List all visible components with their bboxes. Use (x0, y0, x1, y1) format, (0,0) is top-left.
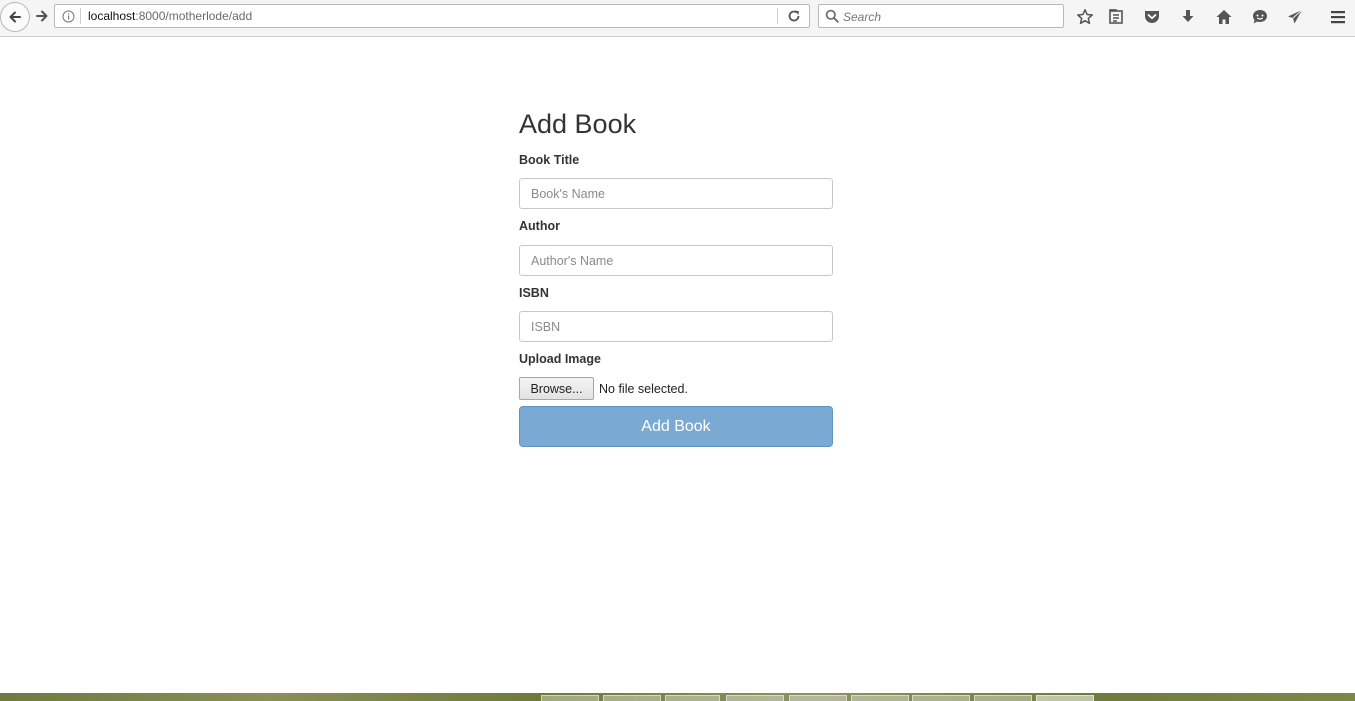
search-input[interactable] (843, 8, 1053, 25)
url-bar[interactable]: localhost:8000/motherlode/add (54, 4, 810, 28)
search-bar[interactable] (818, 4, 1064, 28)
upload-image-label: Upload Image (519, 352, 601, 366)
search-icon (825, 9, 839, 23)
taskbar-item[interactable] (912, 695, 970, 701)
author-label: Author (519, 219, 560, 233)
book-title-label: Book Title (519, 153, 580, 167)
forward-button[interactable] (30, 5, 54, 27)
reading-list-icon[interactable] (1105, 6, 1127, 28)
taskbar-item[interactable] (665, 695, 720, 701)
book-title-input[interactable] (519, 178, 833, 209)
home-icon[interactable] (1213, 6, 1235, 28)
url-path: :8000/motherlode/add (135, 9, 253, 23)
reload-button[interactable] (783, 7, 805, 25)
isbn-input[interactable] (519, 311, 833, 342)
isbn-label: ISBN (519, 286, 549, 300)
taskbar-item[interactable] (789, 695, 847, 701)
taskbar-item[interactable] (603, 695, 661, 701)
taskbar-item[interactable] (541, 695, 599, 701)
back-button[interactable] (0, 2, 30, 32)
download-icon[interactable] (1177, 6, 1199, 28)
send-icon[interactable] (1284, 6, 1306, 28)
chat-icon[interactable] (1249, 6, 1271, 28)
browse-button[interactable]: Browse... (519, 377, 594, 400)
file-status: No file selected. (599, 382, 688, 396)
taskbar-item[interactable] (851, 695, 909, 701)
author-input[interactable] (519, 245, 833, 276)
browser-toolbar: localhost:8000/motherlode/add (0, 0, 1355, 37)
pocket-icon[interactable] (1141, 6, 1163, 28)
page-title: Add Book (519, 109, 637, 139)
forward-arrow-icon (36, 10, 48, 22)
back-arrow-icon (9, 11, 21, 23)
url-separator-right (777, 8, 778, 24)
taskbar-item[interactable] (726, 695, 784, 701)
url-separator (80, 8, 81, 24)
taskbar-item[interactable] (974, 695, 1032, 701)
url-text[interactable]: localhost:8000/motherlode/add (88, 9, 252, 23)
taskbar-item-active[interactable] (1036, 695, 1094, 701)
add-book-button[interactable]: Add Book (519, 406, 833, 447)
info-icon[interactable] (61, 9, 75, 23)
reload-icon (788, 10, 800, 22)
bookmark-star-icon[interactable] (1074, 6, 1096, 28)
hamburger-menu-icon[interactable] (1327, 6, 1349, 28)
url-host: localhost (88, 9, 136, 23)
